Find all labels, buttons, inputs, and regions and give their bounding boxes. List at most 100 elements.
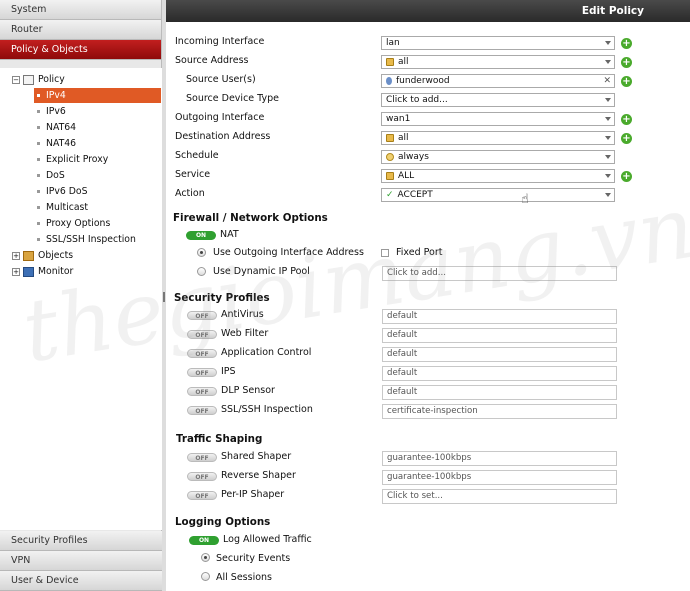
per-ip-shaper-label: Per-IP Shaper (221, 489, 285, 500)
antivirus-label: AntiVirus (221, 309, 264, 320)
source-address-select[interactable]: all (381, 55, 615, 69)
tree-item-nat64[interactable]: NAT64 (37, 120, 76, 135)
address-icon (386, 133, 394, 142)
bullet-icon (37, 110, 40, 113)
tree-item-dos[interactable]: DoS (37, 168, 65, 183)
fixed-port-checkbox[interactable] (381, 249, 389, 257)
antivirus-toggle[interactable]: OFF (187, 311, 217, 320)
splitter-handle-icon[interactable] (163, 292, 165, 302)
add-incoming-interface-icon[interactable]: + (621, 38, 632, 49)
application-control-toggle[interactable]: OFF (187, 349, 217, 358)
tree-node-objects[interactable]: + Objects (12, 248, 73, 263)
add-service-icon[interactable]: + (621, 171, 632, 182)
destination-address-label: Destination Address (175, 131, 271, 142)
add-source-user-icon[interactable]: + (621, 76, 632, 87)
tree-item-label: DoS (46, 170, 65, 181)
add-destination-address-icon[interactable]: + (621, 133, 632, 144)
sidebar: System Router Policy & Objects − Policy I… (0, 0, 162, 591)
select-value: ALL (398, 171, 415, 181)
reverse-shaper-field[interactable]: guarantee-100kbps (382, 470, 617, 485)
add-source-address-icon[interactable]: + (621, 57, 632, 68)
expand-icon[interactable]: + (12, 267, 20, 276)
page-title: Edit Policy (166, 0, 690, 22)
chevron-down-icon (605, 60, 611, 64)
use-outgoing-radio[interactable] (197, 248, 206, 257)
chevron-down-icon (605, 41, 611, 45)
source-device-type-select[interactable]: Click to add... (381, 93, 615, 107)
clock-icon (386, 152, 394, 161)
sidebar-section-security-profiles[interactable]: Security Profiles (0, 531, 162, 551)
service-label: Service (175, 169, 211, 180)
incoming-interface-select[interactable]: lan (381, 36, 615, 50)
ips-toggle[interactable]: OFF (187, 368, 217, 377)
add-outgoing-interface-icon[interactable]: + (621, 114, 632, 125)
bullet-icon (37, 158, 40, 161)
shared-shaper-toggle[interactable]: OFF (187, 453, 217, 462)
tree-item-ssl-ssh-inspection[interactable]: SSL/SSH Inspection (37, 232, 136, 247)
use-dynamic-radio[interactable] (197, 267, 206, 276)
tree-item-label: Multicast (46, 202, 89, 213)
action-label: Action (175, 188, 205, 199)
bullet-icon (37, 126, 40, 129)
tree-item-explicit-proxy[interactable]: Explicit Proxy (37, 152, 108, 167)
reverse-shaper-toggle[interactable]: OFF (187, 472, 217, 481)
all-sessions-radio[interactable] (201, 572, 210, 581)
sidebar-section-policy-objects[interactable]: Policy & Objects (0, 40, 161, 60)
use-dynamic-label: Use Dynamic IP Pool (213, 266, 310, 277)
service-select[interactable]: ALL (381, 169, 615, 183)
log-allowed-traffic-toggle[interactable]: ON (189, 536, 219, 545)
schedule-select[interactable]: always (381, 150, 615, 164)
security-events-radio[interactable] (201, 553, 210, 562)
dlp-sensor-label: DLP Sensor (221, 385, 275, 396)
web-filter-field[interactable]: default (382, 328, 617, 343)
destination-address-select[interactable]: all (381, 131, 615, 145)
tree-item-label: IPv4 (46, 90, 66, 101)
bullet-icon (37, 142, 40, 145)
log-allowed-traffic-label: Log Allowed Traffic (223, 534, 312, 545)
firewall-section-title: Firewall / Network Options (173, 212, 328, 224)
dlp-sensor-toggle[interactable]: OFF (187, 387, 217, 396)
shared-shaper-field[interactable]: guarantee-100kbps (382, 451, 617, 466)
bullet-icon (37, 94, 40, 97)
select-value: lan (386, 38, 400, 48)
tree-item-label: Explicit Proxy (46, 154, 109, 165)
ssl-ssh-inspection-field[interactable]: certificate-inspection (382, 404, 617, 419)
sidebar-section-system[interactable]: System (0, 0, 161, 20)
collapse-icon[interactable]: − (12, 75, 20, 84)
application-control-field[interactable]: default (382, 347, 617, 362)
checkmark-icon: ✓ (386, 190, 394, 200)
antivirus-field[interactable]: default (382, 309, 617, 324)
policy-icon (23, 74, 34, 85)
reverse-shaper-label: Reverse Shaper (221, 470, 296, 481)
per-ip-shaper-toggle[interactable]: OFF (187, 491, 217, 500)
nat-toggle[interactable]: ON (186, 231, 216, 240)
service-icon (386, 171, 394, 180)
expand-icon[interactable]: + (12, 251, 20, 260)
tree-node-policy[interactable]: − Policy (12, 72, 65, 87)
tree-item-ipv4[interactable]: IPv4 (34, 88, 161, 103)
dlp-sensor-field[interactable]: default (382, 385, 617, 400)
security-profiles-title: Security Profiles (174, 292, 270, 304)
objects-icon (23, 250, 34, 261)
sidebar-section-vpn[interactable]: VPN (0, 551, 162, 571)
per-ip-shaper-field[interactable]: Click to set... (382, 489, 617, 504)
user-icon (386, 76, 392, 85)
ips-field[interactable]: default (382, 366, 617, 381)
tree-item-multicast[interactable]: Multicast (37, 200, 88, 215)
bullet-icon (37, 238, 40, 241)
close-icon[interactable]: ✕ (603, 75, 611, 87)
tree-item-ipv6[interactable]: IPv6 (37, 104, 66, 119)
action-select[interactable]: ✓ ACCEPT (381, 188, 615, 202)
ssl-ssh-inspection-toggle[interactable]: OFF (187, 406, 217, 415)
tree-item-ipv6-dos[interactable]: IPv6 DoS (37, 184, 87, 199)
source-users-select[interactable]: funderwood ✕ (381, 74, 615, 88)
ip-pool-field[interactable]: Click to add... (382, 266, 617, 281)
tree-item-proxy-options[interactable]: Proxy Options (37, 216, 110, 231)
sidebar-section-user-device[interactable]: User & Device (0, 571, 162, 591)
tree-node-monitor[interactable]: + Monitor (12, 264, 73, 279)
tree-item-nat46[interactable]: NAT46 (37, 136, 76, 151)
outgoing-interface-select[interactable]: wan1 (381, 112, 615, 126)
use-outgoing-label: Use Outgoing Interface Address (213, 247, 364, 258)
web-filter-toggle[interactable]: OFF (187, 330, 217, 339)
sidebar-section-router[interactable]: Router (0, 20, 161, 40)
